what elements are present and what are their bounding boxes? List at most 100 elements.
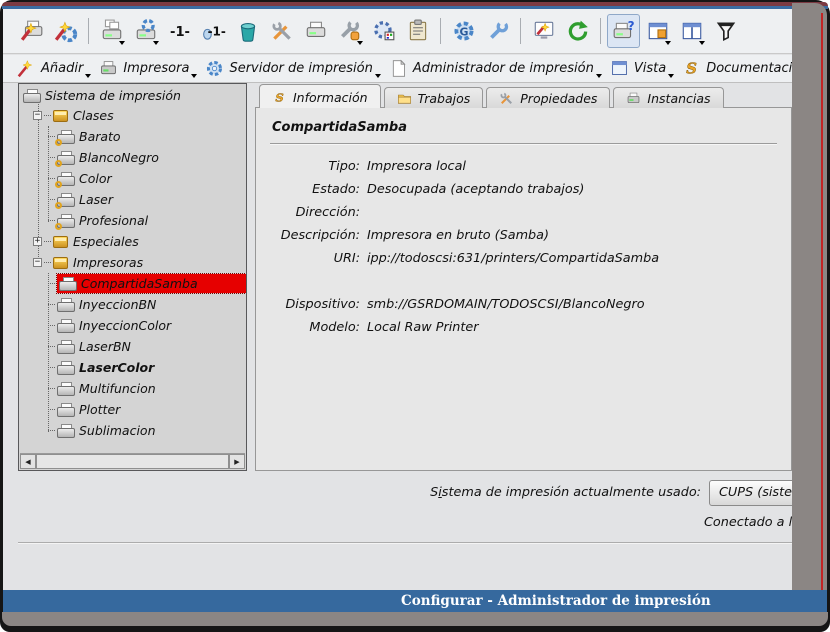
- column-view-button[interactable]: [675, 14, 708, 48]
- field-value: Desocupada (aceptando trabajos): [367, 178, 584, 201]
- tree-item-root[interactable]: Sistema de impresión: [19, 84, 246, 105]
- tab-informacion[interactable]: S Información: [259, 84, 381, 108]
- documentation-menu-button[interactable]: S Documentación: [682, 59, 792, 78]
- print-system-combobox[interactable]: CUPS (sistema: [709, 480, 792, 506]
- scrollbar-thumb[interactable]: [36, 454, 229, 469]
- printer-icon: [57, 298, 74, 312]
- scroll-right-button[interactable]: ▶: [229, 454, 245, 469]
- tree-item-label: Sublimacion: [79, 423, 156, 438]
- refresh-button[interactable]: [561, 14, 594, 48]
- print-jobs-icon: [406, 19, 430, 43]
- add-menu-button[interactable]: Añadir: [17, 59, 83, 78]
- tree-item-laserbn[interactable]: LaserBN: [19, 336, 246, 357]
- wizard-button[interactable]: [527, 14, 560, 48]
- toolbar-separator: [520, 18, 521, 44]
- printer-icon: [626, 91, 641, 106]
- field-label: Dirección:: [270, 201, 360, 224]
- set-local-default-button[interactable]: -1-: [163, 14, 196, 48]
- tree-connector-stub: [48, 325, 55, 326]
- tools-icon: [499, 91, 514, 106]
- tab-instancias[interactable]: Instancias: [613, 87, 723, 108]
- tree-connector-stub: [48, 409, 55, 410]
- printer-tools-button[interactable]: [333, 14, 366, 48]
- printer-detail-pane: S Información Trabajos: [255, 83, 792, 471]
- manager-menu-label: Administrador de impresión: [413, 61, 594, 76]
- printer-info-toggle[interactable]: ?: [607, 14, 640, 48]
- tree-connector-stub: [48, 283, 55, 284]
- field-label: Dispositivo:: [270, 293, 360, 316]
- tree-item-inyeccionbn[interactable]: InyeccionBN: [19, 294, 246, 315]
- tree-connector-stub: [48, 157, 55, 158]
- remove-printer-icon: [236, 19, 260, 43]
- printer-properties-button[interactable]: [265, 14, 298, 48]
- tree-item-label: Especiales: [73, 234, 139, 249]
- info-row-estado: Estado: Desocupada (aceptando trabajos): [270, 178, 777, 201]
- tree-item-clases[interactable]: − Clases: [19, 105, 246, 126]
- filter-button[interactable]: [709, 14, 742, 48]
- window-titlebar[interactable]: Configurar - Administrador de impresión: [3, 590, 827, 612]
- collapse-expander-icon[interactable]: −: [33, 111, 42, 120]
- printer-icon: [99, 59, 118, 78]
- print-test-page-button[interactable]: [95, 14, 128, 48]
- printer-class-icon: [57, 193, 74, 207]
- dropdown-arrow-icon: [85, 74, 91, 78]
- set-user-default-button[interactable]: -1-: [197, 14, 230, 48]
- tab-label: Propiedades: [520, 91, 597, 106]
- selected-row-highlight[interactable]: CompartidaSamba: [57, 274, 246, 293]
- add-printer-wizard-button[interactable]: [15, 14, 48, 48]
- tree-connector-stub: [48, 388, 55, 389]
- toolbar-separator: [88, 18, 89, 44]
- printer-button[interactable]: [299, 14, 332, 48]
- tree-item-blanconegro[interactable]: BlancoNegro: [19, 147, 246, 168]
- folder-box-icon: [53, 257, 68, 269]
- tree-item-laser[interactable]: Laser: [19, 189, 246, 210]
- scroll-left-button[interactable]: ◀: [20, 454, 36, 469]
- tab-propiedades[interactable]: Propiedades: [486, 87, 610, 108]
- field-value: Impresora local: [367, 155, 466, 178]
- add-special-printer-button[interactable]: [49, 14, 82, 48]
- configure-server-button[interactable]: G: [447, 14, 480, 48]
- printer-icon: [57, 403, 74, 417]
- tree-item-label: InyeccionBN: [79, 297, 156, 312]
- window-right-frame: [792, 3, 827, 616]
- configure-manager-button[interactable]: [367, 14, 400, 48]
- tree-item-impresoras[interactable]: − Impresoras: [19, 252, 246, 273]
- configure-printer-button[interactable]: [129, 14, 162, 48]
- print-jobs-button[interactable]: [401, 14, 434, 48]
- window-bottom-frame: [2, 612, 828, 626]
- spacer: [270, 270, 777, 293]
- server-menu-button[interactable]: Servidor de impresión: [205, 59, 372, 78]
- view-mode-button[interactable]: [641, 14, 674, 48]
- remove-printer-button[interactable]: [231, 14, 264, 48]
- svg-text:S: S: [686, 61, 697, 78]
- tree-item-inyeccioncolor[interactable]: InyeccionColor: [19, 315, 246, 336]
- tree-item-sublimacion[interactable]: Sublimacion: [19, 420, 246, 441]
- refresh-icon: [566, 19, 590, 43]
- tab-trabajos[interactable]: Trabajos: [384, 87, 484, 108]
- toolbar-separator: [600, 18, 601, 44]
- kdeprint-logo-icon: S: [682, 59, 701, 78]
- screen: -1- -1-: [0, 0, 830, 632]
- tree-horizontal-scrollbar[interactable]: ◀ ▶: [20, 453, 245, 469]
- tree-item-barato[interactable]: Barato: [19, 126, 246, 147]
- printer-menu-button[interactable]: Impresora: [99, 59, 189, 78]
- tree-item-compartidasamba[interactable]: CompartidaSamba: [19, 273, 246, 294]
- server-tools-button[interactable]: [481, 14, 514, 48]
- tree-item-multifuncion[interactable]: Multifuncion: [19, 378, 246, 399]
- tree-item-color[interactable]: Color: [19, 168, 246, 189]
- tree-connector-stub: [44, 115, 51, 116]
- collapse-expander-icon[interactable]: −: [33, 258, 42, 267]
- tree-item-profesional[interactable]: Profesional: [19, 210, 246, 231]
- window-icon: [610, 59, 629, 78]
- manager-menu-button[interactable]: Administrador de impresión: [389, 59, 594, 78]
- set-user-default-icon: -1-: [202, 19, 226, 43]
- tree-item-lasercolor[interactable]: LaserColor: [19, 357, 246, 378]
- tree-item-especiales[interactable]: + Especiales: [19, 231, 246, 252]
- tree-item-plotter[interactable]: Plotter: [19, 399, 246, 420]
- frame-accent-line: [821, 13, 823, 616]
- tree-item-label: Barato: [79, 129, 121, 144]
- tree-item-label: Multifuncion: [79, 381, 156, 396]
- view-menu-label: Vista: [634, 61, 666, 76]
- view-menu-button[interactable]: Vista: [610, 59, 666, 78]
- expand-expander-icon[interactable]: +: [33, 237, 42, 246]
